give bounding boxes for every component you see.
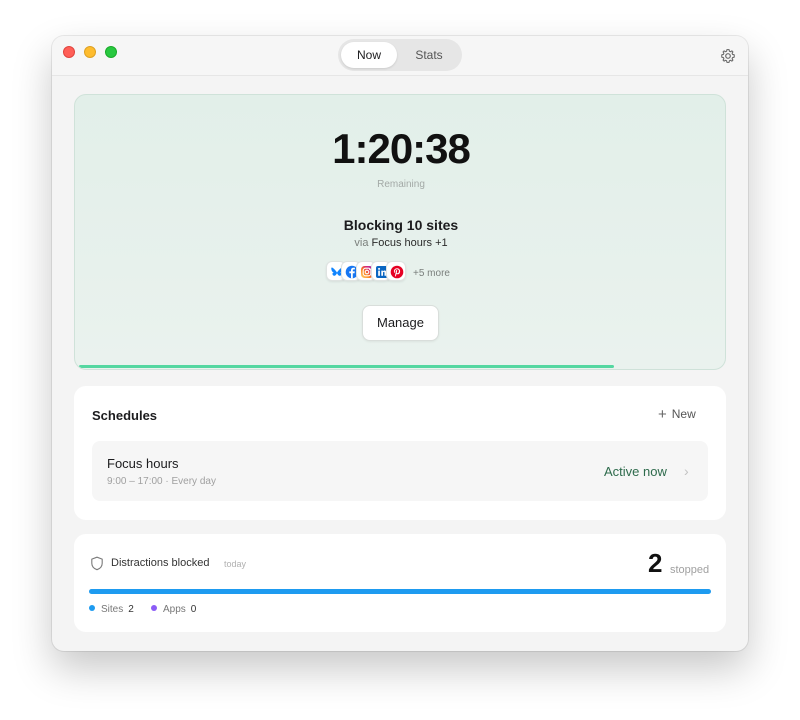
schedule-time: 9:00 – 17:00 · Every day — [107, 476, 216, 487]
via-schedule-name[interactable]: Focus hours +1 — [372, 237, 448, 249]
minimize-window-button[interactable] — [84, 46, 96, 58]
close-window-button[interactable] — [63, 46, 75, 58]
chevron-right-icon: › — [684, 463, 689, 479]
legend-apps-label: Apps — [163, 604, 186, 615]
sites-dot — [89, 605, 95, 611]
tab-stats[interactable]: Stats — [400, 42, 458, 68]
titlebar: Now Stats — [52, 36, 748, 76]
via-schedule-text: via Focus hours +1 — [75, 237, 725, 249]
distractions-bar — [89, 589, 711, 594]
distractions-card: Distractions blocked today 2 stopped Sit… — [74, 534, 726, 632]
schedules-card: Schedules + New Focus hours 9:00 – 17:00 … — [74, 386, 726, 520]
apps-dot — [151, 605, 157, 611]
distractions-title: Distractions blocked — [111, 557, 210, 569]
distractions-bar-fill — [89, 589, 711, 594]
schedule-name: Focus hours — [107, 456, 179, 471]
view-segmented-control: Now Stats — [338, 39, 462, 71]
schedule-row[interactable]: Focus hours 9:00 – 17:00 · Every day Act… — [92, 441, 708, 501]
via-prefix: via — [354, 237, 369, 249]
more-sites-link[interactable]: +5 more — [413, 268, 450, 279]
new-schedule-label: New — [671, 407, 696, 421]
gear-icon[interactable] — [720, 48, 736, 64]
legend-apps-value: 0 — [190, 604, 197, 615]
legend-sites: Sites 2 — [89, 604, 134, 615]
plus-icon: + — [658, 406, 667, 423]
blocking-summary: Blocking 10 sites — [343, 217, 459, 233]
focus-session-card: 1:20:38 Remaining Blocking 10 sites via … — [74, 94, 726, 370]
distractions-period: today — [224, 559, 247, 569]
distractions-count: 2 — [648, 548, 663, 578]
remaining-label: Remaining — [377, 179, 425, 190]
session-progress-track — [79, 365, 723, 368]
tab-now[interactable]: Now — [341, 42, 397, 68]
pinterest-icon — [386, 261, 406, 281]
new-schedule-button[interactable]: + New — [658, 406, 696, 423]
legend-apps: Apps 0 — [151, 604, 196, 615]
session-progress-fill — [79, 365, 614, 368]
maximize-window-button[interactable] — [105, 46, 117, 58]
distractions-unit: stopped — [670, 564, 710, 576]
legend-sites-value: 2 — [128, 604, 134, 615]
schedule-status: Active now — [604, 464, 667, 479]
shield-icon — [90, 556, 104, 576]
schedules-title: Schedules — [92, 408, 158, 423]
countdown-timer: 1:20:38 — [332, 125, 471, 172]
legend-sites-label: Sites — [101, 604, 124, 615]
manage-button[interactable]: Manage — [362, 305, 439, 341]
app-window: Now Stats 1:20:38 Remaining Blocking 10 … — [52, 36, 748, 651]
